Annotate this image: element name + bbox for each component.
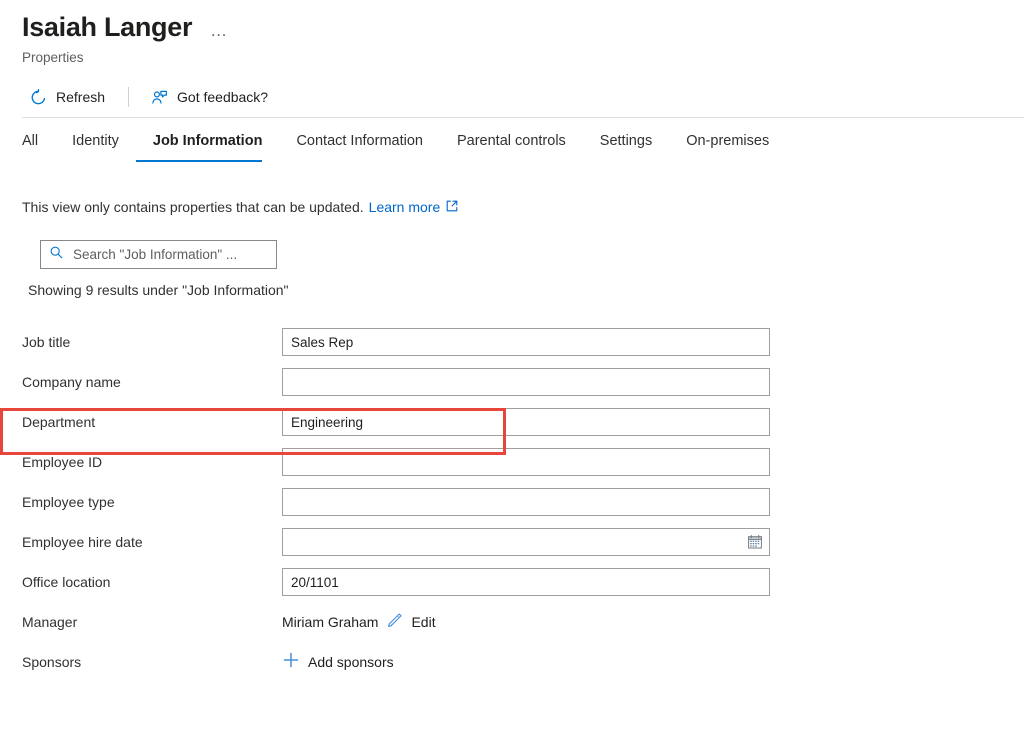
field-row-employee-hire-date: Employee hire date	[0, 522, 1024, 562]
search-container	[40, 240, 1024, 269]
label-manager: Manager	[22, 613, 282, 632]
control-department	[282, 408, 770, 436]
info-message: This view only contains properties that …	[22, 198, 1024, 217]
field-row-company-name: Company name	[0, 362, 1024, 402]
input-department[interactable]	[282, 408, 770, 436]
label-job-title: Job title	[22, 333, 282, 352]
field-row-employee-id: Employee ID	[0, 442, 1024, 482]
input-employee-id[interactable]	[282, 448, 770, 476]
learn-more-label: Learn more	[369, 198, 441, 217]
feedback-button[interactable]: Got feedback?	[143, 83, 277, 112]
label-employee-id: Employee ID	[22, 453, 282, 472]
tab-settings[interactable]: Settings	[583, 131, 669, 162]
control-employee-id	[282, 448, 770, 476]
info-text: This view only contains properties that …	[22, 198, 364, 217]
label-department: Department	[22, 413, 282, 432]
control-employee-hire-date	[282, 528, 770, 556]
label-employee-type: Employee type	[22, 493, 282, 512]
field-row-manager: Manager Miriam Graham Edit	[0, 602, 1024, 642]
manager-edit-button[interactable]: Edit	[387, 612, 435, 633]
external-link-icon	[446, 198, 458, 217]
refresh-label: Refresh	[56, 88, 105, 107]
date-input-wrapper	[282, 528, 770, 556]
label-employee-hire-date: Employee hire date	[22, 533, 282, 552]
control-manager: Miriam Graham Edit	[282, 612, 770, 633]
tab-job-information[interactable]: Job Information	[136, 131, 280, 162]
manager-value-group: Miriam Graham Edit	[282, 612, 770, 633]
input-employee-type[interactable]	[282, 488, 770, 516]
page-header: Isaiah Langer … Properties	[0, 0, 1024, 66]
feedback-person-icon	[151, 89, 168, 106]
manager-value: Miriam Graham	[282, 613, 378, 632]
page-title: Isaiah Langer	[22, 10, 192, 44]
learn-more-link[interactable]: Learn more	[369, 198, 459, 217]
pencil-icon	[387, 612, 403, 633]
command-bar-divider	[22, 117, 1024, 118]
search-input[interactable]	[73, 247, 268, 262]
title-row: Isaiah Langer …	[22, 10, 1024, 44]
add-sponsors-button[interactable]: Add sponsors	[282, 651, 394, 674]
input-company-name[interactable]	[282, 368, 770, 396]
control-office-location	[282, 568, 770, 596]
control-sponsors: Add sponsors	[282, 651, 770, 674]
input-office-location[interactable]	[282, 568, 770, 596]
tab-identity[interactable]: Identity	[55, 131, 136, 162]
search-box[interactable]	[40, 240, 277, 269]
label-sponsors: Sponsors	[22, 653, 282, 672]
add-sponsors-label: Add sponsors	[308, 653, 394, 672]
search-icon	[49, 245, 64, 265]
manager-edit-label: Edit	[411, 613, 435, 632]
control-employee-type	[282, 488, 770, 516]
properties-form: Job title Company name Department Employ…	[0, 322, 1024, 682]
field-row-job-title: Job title	[0, 322, 1024, 362]
tab-bar: All Identity Job Information Contact Inf…	[22, 113, 1024, 162]
field-row-sponsors: Sponsors Add sponsors	[0, 642, 1024, 682]
page-subtitle: Properties	[22, 49, 1024, 66]
feedback-label: Got feedback?	[177, 88, 268, 107]
refresh-button[interactable]: Refresh	[22, 83, 114, 112]
tab-parental-controls[interactable]: Parental controls	[440, 131, 583, 162]
tab-all[interactable]: All	[22, 131, 55, 162]
tab-on-premises[interactable]: On-premises	[669, 131, 786, 162]
field-row-office-location: Office location	[0, 562, 1024, 602]
control-job-title	[282, 328, 770, 356]
tab-contact-information[interactable]: Contact Information	[279, 131, 440, 162]
control-company-name	[282, 368, 770, 396]
calendar-icon[interactable]	[745, 532, 765, 552]
field-row-employee-type: Employee type	[0, 482, 1024, 522]
label-office-location: Office location	[22, 573, 282, 592]
results-count: Showing 9 results under "Job Information…	[28, 281, 1024, 300]
command-bar: Refresh Got feedback?	[22, 81, 1024, 113]
field-row-department: Department	[0, 402, 1024, 442]
input-employee-hire-date[interactable]	[282, 528, 770, 556]
input-job-title[interactable]	[282, 328, 770, 356]
command-separator	[128, 87, 129, 107]
properties-page: Isaiah Langer … Properties Refresh	[0, 0, 1024, 744]
label-company-name: Company name	[22, 373, 282, 392]
more-options-icon[interactable]: …	[206, 19, 232, 43]
refresh-icon	[30, 89, 47, 106]
plus-icon	[282, 651, 300, 674]
